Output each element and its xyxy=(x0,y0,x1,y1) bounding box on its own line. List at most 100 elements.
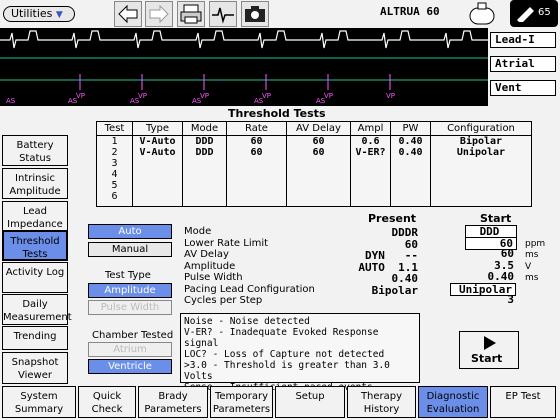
left-nav-item[interactable]: Threshold Tests xyxy=(2,230,68,261)
table-cell: 60 xyxy=(250,147,263,158)
printer-icon[interactable] xyxy=(177,1,205,27)
test-type-label: Test Type xyxy=(105,270,151,281)
table-cell: 1 xyxy=(111,136,118,147)
table-cell: 2 xyxy=(111,147,118,158)
pulse-width-button[interactable]: Pulse Width xyxy=(88,300,172,315)
ecg-marker: VP xyxy=(200,92,209,100)
threshold-results-table: Test 1 2 3 4 5 6 Type V-Auto V-Auto Mode DDD DDD Rate… xyxy=(96,121,532,207)
bottom-nav-item[interactable]: Setup xyxy=(275,386,345,418)
bottom-nav-item[interactable]: Temporary Parameters xyxy=(210,386,273,418)
bottom-nav-item[interactable]: Diagnostic Evaluation xyxy=(418,386,488,418)
top-toolbar: Utilities ▼ ALTRUA 60 65 xyxy=(0,0,560,28)
left-nav-item[interactable]: Intrinsic Amplitude xyxy=(2,168,68,199)
amplitude-button[interactable]: Amplitude xyxy=(88,283,172,298)
chamber-tested-label: Chamber Tested xyxy=(92,330,174,341)
param-present-value: Bipolar xyxy=(371,284,418,297)
param-name: Mode xyxy=(184,226,212,237)
left-nav-item[interactable]: Activity Log xyxy=(2,262,68,293)
legend-line: LOC? - Loss of Capture not detected xyxy=(184,349,385,360)
param-name: Lower Rate Limit xyxy=(184,238,269,249)
manual-button[interactable]: Manual xyxy=(88,242,172,257)
table-cell: 4 xyxy=(111,169,118,180)
vent-label[interactable]: Vent xyxy=(490,80,556,96)
table-column: PW 0.40 0.40 xyxy=(391,122,431,206)
left-nav-item[interactable]: Daily Measurement xyxy=(2,294,72,325)
camera-icon[interactable] xyxy=(241,1,269,27)
table-column: AV Delay 60 60 xyxy=(287,122,351,206)
param-name: Pacing Lead Configuration xyxy=(184,284,315,295)
ecg-wave-icon[interactable] xyxy=(209,1,237,27)
table-cell: V-Auto xyxy=(139,147,176,158)
ecg-marker: VP xyxy=(76,92,85,100)
table-cell: 0.40 xyxy=(398,147,423,158)
bottom-nav-item[interactable]: Therapy History xyxy=(347,386,416,418)
table-cell: 0.6 xyxy=(361,136,380,147)
left-nav-item[interactable]: Trending xyxy=(2,326,68,350)
ecg-marker: AS xyxy=(130,97,140,105)
bottom-nav-item[interactable]: Quick Check xyxy=(78,386,136,418)
table-header: Rate xyxy=(227,122,286,136)
back-arrow-icon[interactable] xyxy=(114,1,142,27)
utilities-menu-button[interactable]: Utilities ▼ xyxy=(3,6,75,22)
lead-i-label[interactable]: Lead-I xyxy=(490,32,556,48)
table-cell: Bipolar xyxy=(459,136,503,147)
table-cell: 3 xyxy=(111,158,118,169)
table-column: Test 1 2 3 4 5 6 xyxy=(97,122,133,206)
left-nav-item[interactable]: Lead Impedance xyxy=(2,201,68,232)
param-name: Pulse Width xyxy=(184,272,243,283)
table-cell: DDD xyxy=(195,147,214,158)
ventricle-button[interactable]: Ventricle xyxy=(88,359,172,374)
table-column: Mode DDD DDD xyxy=(183,122,227,206)
table-cell: DDD xyxy=(195,136,214,147)
legend-line: >3.0 - Threshold is greater than 3.0 Vol… xyxy=(184,360,390,382)
table-cell: 0.40 xyxy=(398,136,423,147)
legend-box: Noise - Noise detected V-ER? - Inadequate… xyxy=(180,313,420,393)
ecg-marker: AS xyxy=(192,97,202,105)
table-cell: 6 xyxy=(111,191,118,202)
table-column: Type V-Auto V-Auto xyxy=(133,122,183,206)
ecg-marker: VP xyxy=(138,92,147,100)
forward-arrow-icon[interactable] xyxy=(145,1,173,27)
panel-title: Threshold Tests xyxy=(228,107,326,120)
utilities-menu-label: Utilities xyxy=(11,7,53,20)
table-cell: Unipolar xyxy=(456,147,506,158)
legend-line: Noise - Noise detected xyxy=(184,316,310,327)
auto-button[interactable]: Auto xyxy=(88,224,172,239)
param-unit: ppm xyxy=(525,239,546,249)
table-header: Mode xyxy=(183,122,226,136)
table-header: PW xyxy=(391,122,430,136)
param-name: Cycles per Step xyxy=(184,295,263,306)
start-button[interactable]: Start xyxy=(459,331,519,369)
table-column: Ampl 0.6 V-ER? xyxy=(351,122,391,206)
table-cell: 60 xyxy=(312,136,325,147)
table-header: Ampl xyxy=(351,122,390,136)
left-nav-item[interactable]: Battery Status xyxy=(2,135,68,166)
ecg-marker: VP xyxy=(324,92,333,100)
wand-icon xyxy=(517,7,534,22)
left-nav-item[interactable]: Snapshot Viewer xyxy=(2,352,68,384)
telemetry-indicator[interactable]: 65 xyxy=(510,0,558,27)
param-name: Amplitude xyxy=(184,261,236,272)
play-icon xyxy=(484,336,496,350)
table-column: Rate 60 60 xyxy=(227,122,287,206)
atrial-label[interactable]: Atrial xyxy=(490,56,556,72)
ecg-marker: AS xyxy=(6,97,16,105)
lead-i-trace xyxy=(0,30,488,49)
bottom-nav-item[interactable]: System Summary xyxy=(2,386,76,418)
table-column: Configuration Bipolar Unipolar xyxy=(431,122,531,206)
ecg-traces: ASVPASVPASVPASVPASVPASVP xyxy=(0,30,488,105)
atrium-button[interactable]: Atrium xyxy=(88,342,172,357)
param-unit: ms xyxy=(525,273,539,283)
table-header: Configuration xyxy=(431,122,531,136)
ecg-marker: AS xyxy=(68,97,78,105)
start-button-label: Start xyxy=(471,352,503,365)
table-header: Type xyxy=(133,122,182,136)
table-cell: V-ER? xyxy=(355,147,386,158)
param-start-value[interactable]: 3 xyxy=(465,294,517,307)
bottom-nav-item[interactable]: Brady Parameters xyxy=(138,386,208,418)
chevron-down-icon: ▼ xyxy=(55,10,63,20)
bottom-nav-item[interactable]: EP Test xyxy=(490,386,556,418)
legend-line: V-ER? - Inadequate Evoked Response signa… xyxy=(184,327,379,349)
param-unit: V xyxy=(525,262,532,272)
table-header: AV Delay xyxy=(287,122,350,136)
